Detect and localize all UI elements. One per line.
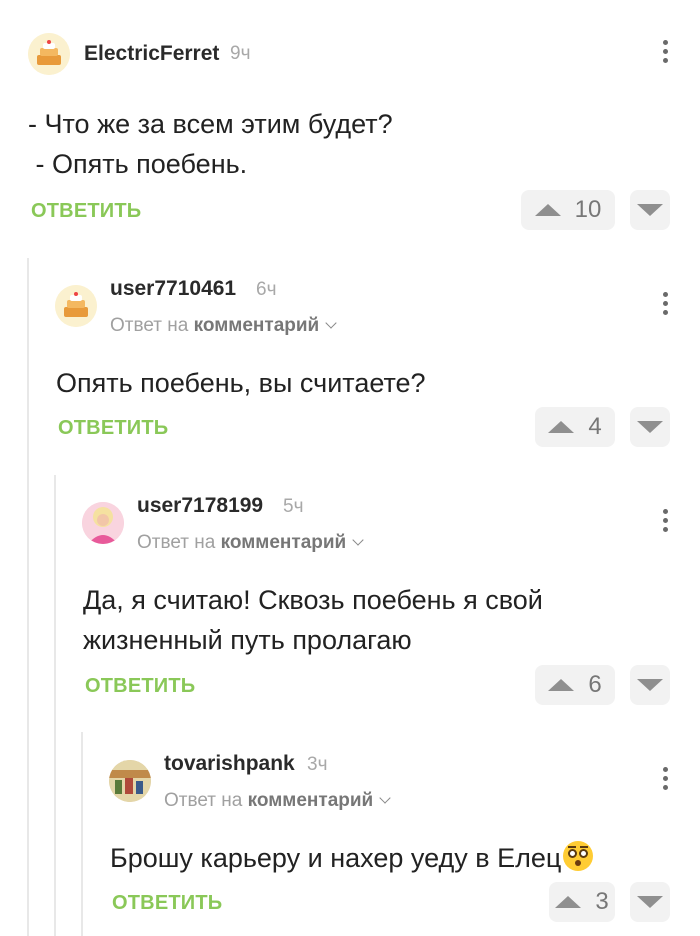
comment-text: - Что же за всем этим будет? - Опять пое… — [28, 104, 393, 184]
upvote-button[interactable]: 4 — [535, 407, 615, 447]
reply-to-prefix: Ответ на — [137, 532, 216, 553]
reply-to-link[interactable]: Ответ на комментарий — [110, 315, 337, 337]
arrow-down-icon — [637, 204, 663, 216]
comment-time: 3ч — [307, 754, 328, 775]
downvote-button[interactable] — [630, 882, 670, 922]
reply-button[interactable]: ОТВЕТИТЬ — [31, 200, 141, 223]
upvote-button[interactable]: 10 — [521, 190, 615, 230]
comment-time: 5ч — [283, 496, 304, 517]
downvote-button[interactable] — [630, 407, 670, 447]
flushed-face-emoji-icon — [563, 841, 594, 871]
vote-count: 10 — [574, 196, 602, 223]
comment-text-line: Брошу карьеру и нахер уеду в Елец — [110, 843, 562, 873]
vote-count: 6 — [588, 671, 602, 698]
comment-username[interactable]: ElectricFerret — [84, 42, 219, 66]
arrow-down-icon — [637, 421, 663, 433]
thread-line-level-3 — [81, 732, 83, 936]
upvote-button[interactable]: 3 — [549, 882, 615, 922]
comment-time: 9ч — [230, 43, 251, 64]
more-options-icon[interactable] — [660, 40, 670, 66]
chevron-down-icon — [379, 792, 391, 804]
reply-to-prefix: Ответ на — [164, 790, 243, 811]
vote-count: 3 — [595, 888, 609, 915]
comment-text: Брошу карьеру и нахер уеду в Елец — [110, 838, 594, 878]
chevron-down-icon — [352, 534, 364, 546]
comment-text-line: - Опять поебень. — [28, 149, 248, 179]
chevron-down-icon — [325, 317, 337, 329]
photo-avatar-icon[interactable] — [109, 760, 151, 802]
reply-to-link[interactable]: Ответ на комментарий — [137, 532, 364, 554]
arrow-down-icon — [637, 896, 663, 908]
more-options-icon[interactable] — [660, 767, 670, 793]
reply-to-target: комментарий — [247, 790, 374, 811]
arrow-up-icon — [548, 679, 575, 691]
arrow-down-icon — [637, 679, 663, 691]
reply-to-link[interactable]: Ответ на комментарий — [164, 790, 391, 812]
cake-avatar-icon[interactable] — [55, 285, 97, 327]
comment-text-line: Опять поебень, вы считаете? — [56, 368, 426, 398]
thread-line-level-2 — [54, 475, 56, 936]
comment-username[interactable]: tovarishpank — [164, 752, 295, 776]
arrow-up-icon — [534, 204, 561, 216]
photo-avatar-icon[interactable] — [82, 502, 124, 544]
arrow-up-icon — [548, 421, 575, 433]
comment-text-line: жизненный путь пролагаю — [83, 625, 412, 655]
reply-to-target: комментарий — [193, 315, 320, 336]
reply-to-prefix: Ответ на — [110, 315, 189, 336]
comment-time: 6ч — [256, 279, 277, 300]
reply-button[interactable]: ОТВЕТИТЬ — [112, 892, 222, 915]
comment-text: Опять поебень, вы считаете? — [56, 363, 426, 403]
arrow-up-icon — [555, 896, 582, 908]
reply-button[interactable]: ОТВЕТИТЬ — [58, 417, 168, 440]
reply-button[interactable]: ОТВЕТИТЬ — [85, 675, 195, 698]
more-options-icon[interactable] — [660, 509, 670, 535]
comment-text-line: - Что же за всем этим будет? — [28, 109, 393, 139]
comment-text: Да, я считаю! Сквозь поебень я свой жизн… — [83, 580, 543, 660]
more-options-icon[interactable] — [660, 292, 670, 318]
upvote-button[interactable]: 6 — [535, 665, 615, 705]
comment-username[interactable]: user7710461 — [110, 277, 236, 301]
vote-count: 4 — [588, 413, 602, 440]
reply-to-target: комментарий — [220, 532, 347, 553]
thread-line-level-1 — [27, 258, 29, 936]
downvote-button[interactable] — [630, 190, 670, 230]
comment-username[interactable]: user7178199 — [137, 494, 263, 518]
comment-text-line: Да, я считаю! Сквозь поебень я свой — [83, 585, 543, 615]
downvote-button[interactable] — [630, 665, 670, 705]
cake-avatar-icon[interactable] — [28, 33, 70, 75]
